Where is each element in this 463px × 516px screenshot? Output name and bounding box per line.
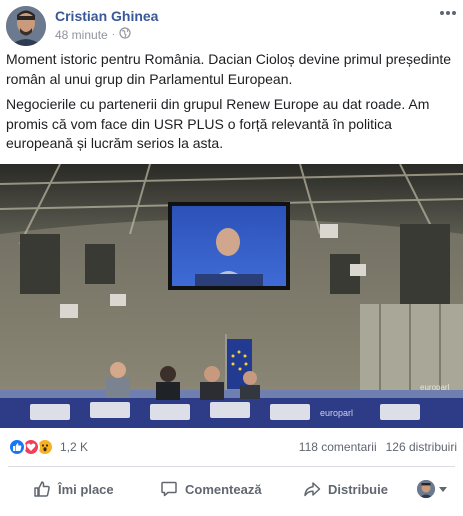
post-photo[interactable]: europarl europarl [0,164,463,428]
post-paragraph: Negocierile cu partenerii din grupul Ren… [6,96,430,151]
author-name[interactable]: Cristian Ghinea [55,8,158,24]
post-as-selector[interactable] [417,480,447,498]
reaction-count: 1,2 K [60,440,89,454]
engagement-counts: 118 comentarii 126 distribuiri [299,440,457,454]
post-text: Moment istoric pentru România. Dacian Ci… [6,50,455,160]
comment-icon [159,479,179,499]
like-label: Îmi place [58,481,114,497]
facebook-post: Cristian Ghinea 48 minute · Moment istor… [0,0,463,516]
like-button[interactable]: Îmi place [32,479,114,499]
author-avatar[interactable] [6,6,46,46]
shares-count[interactable]: 126 distribuiri [386,440,457,454]
share-button[interactable]: Distribuie [302,479,388,499]
post-meta: 48 minute · [55,27,131,42]
chevron-down-icon [439,486,447,492]
share-arrow-icon [302,479,322,499]
globe-icon[interactable] [119,27,131,42]
photo-sign-desk: europarl [320,408,353,418]
meta-separator: · [111,29,116,40]
post-paragraph: Moment istoric pentru România. Dacian Ci… [6,51,452,87]
post-header: Cristian Ghinea 48 minute · [6,6,457,46]
actions-divider [8,466,455,467]
user-avatar [417,480,435,498]
comments-count[interactable]: 118 comentarii [299,440,377,454]
post-actions: Îmi place Comentează Distribuie [8,472,457,506]
comment-button[interactable]: Comentează [159,479,262,499]
more-options-icon[interactable] [439,6,457,18]
post-time[interactable]: 48 minute [55,28,108,42]
comment-label: Comentează [185,481,262,497]
reactions-summary[interactable]: 1,2 K [8,438,88,456]
like-icon [8,438,26,456]
thumbs-up-icon [32,479,52,499]
post-stats: 1,2 K 118 comentarii 126 distribuiri [8,438,457,458]
share-label: Distribuie [328,481,388,497]
